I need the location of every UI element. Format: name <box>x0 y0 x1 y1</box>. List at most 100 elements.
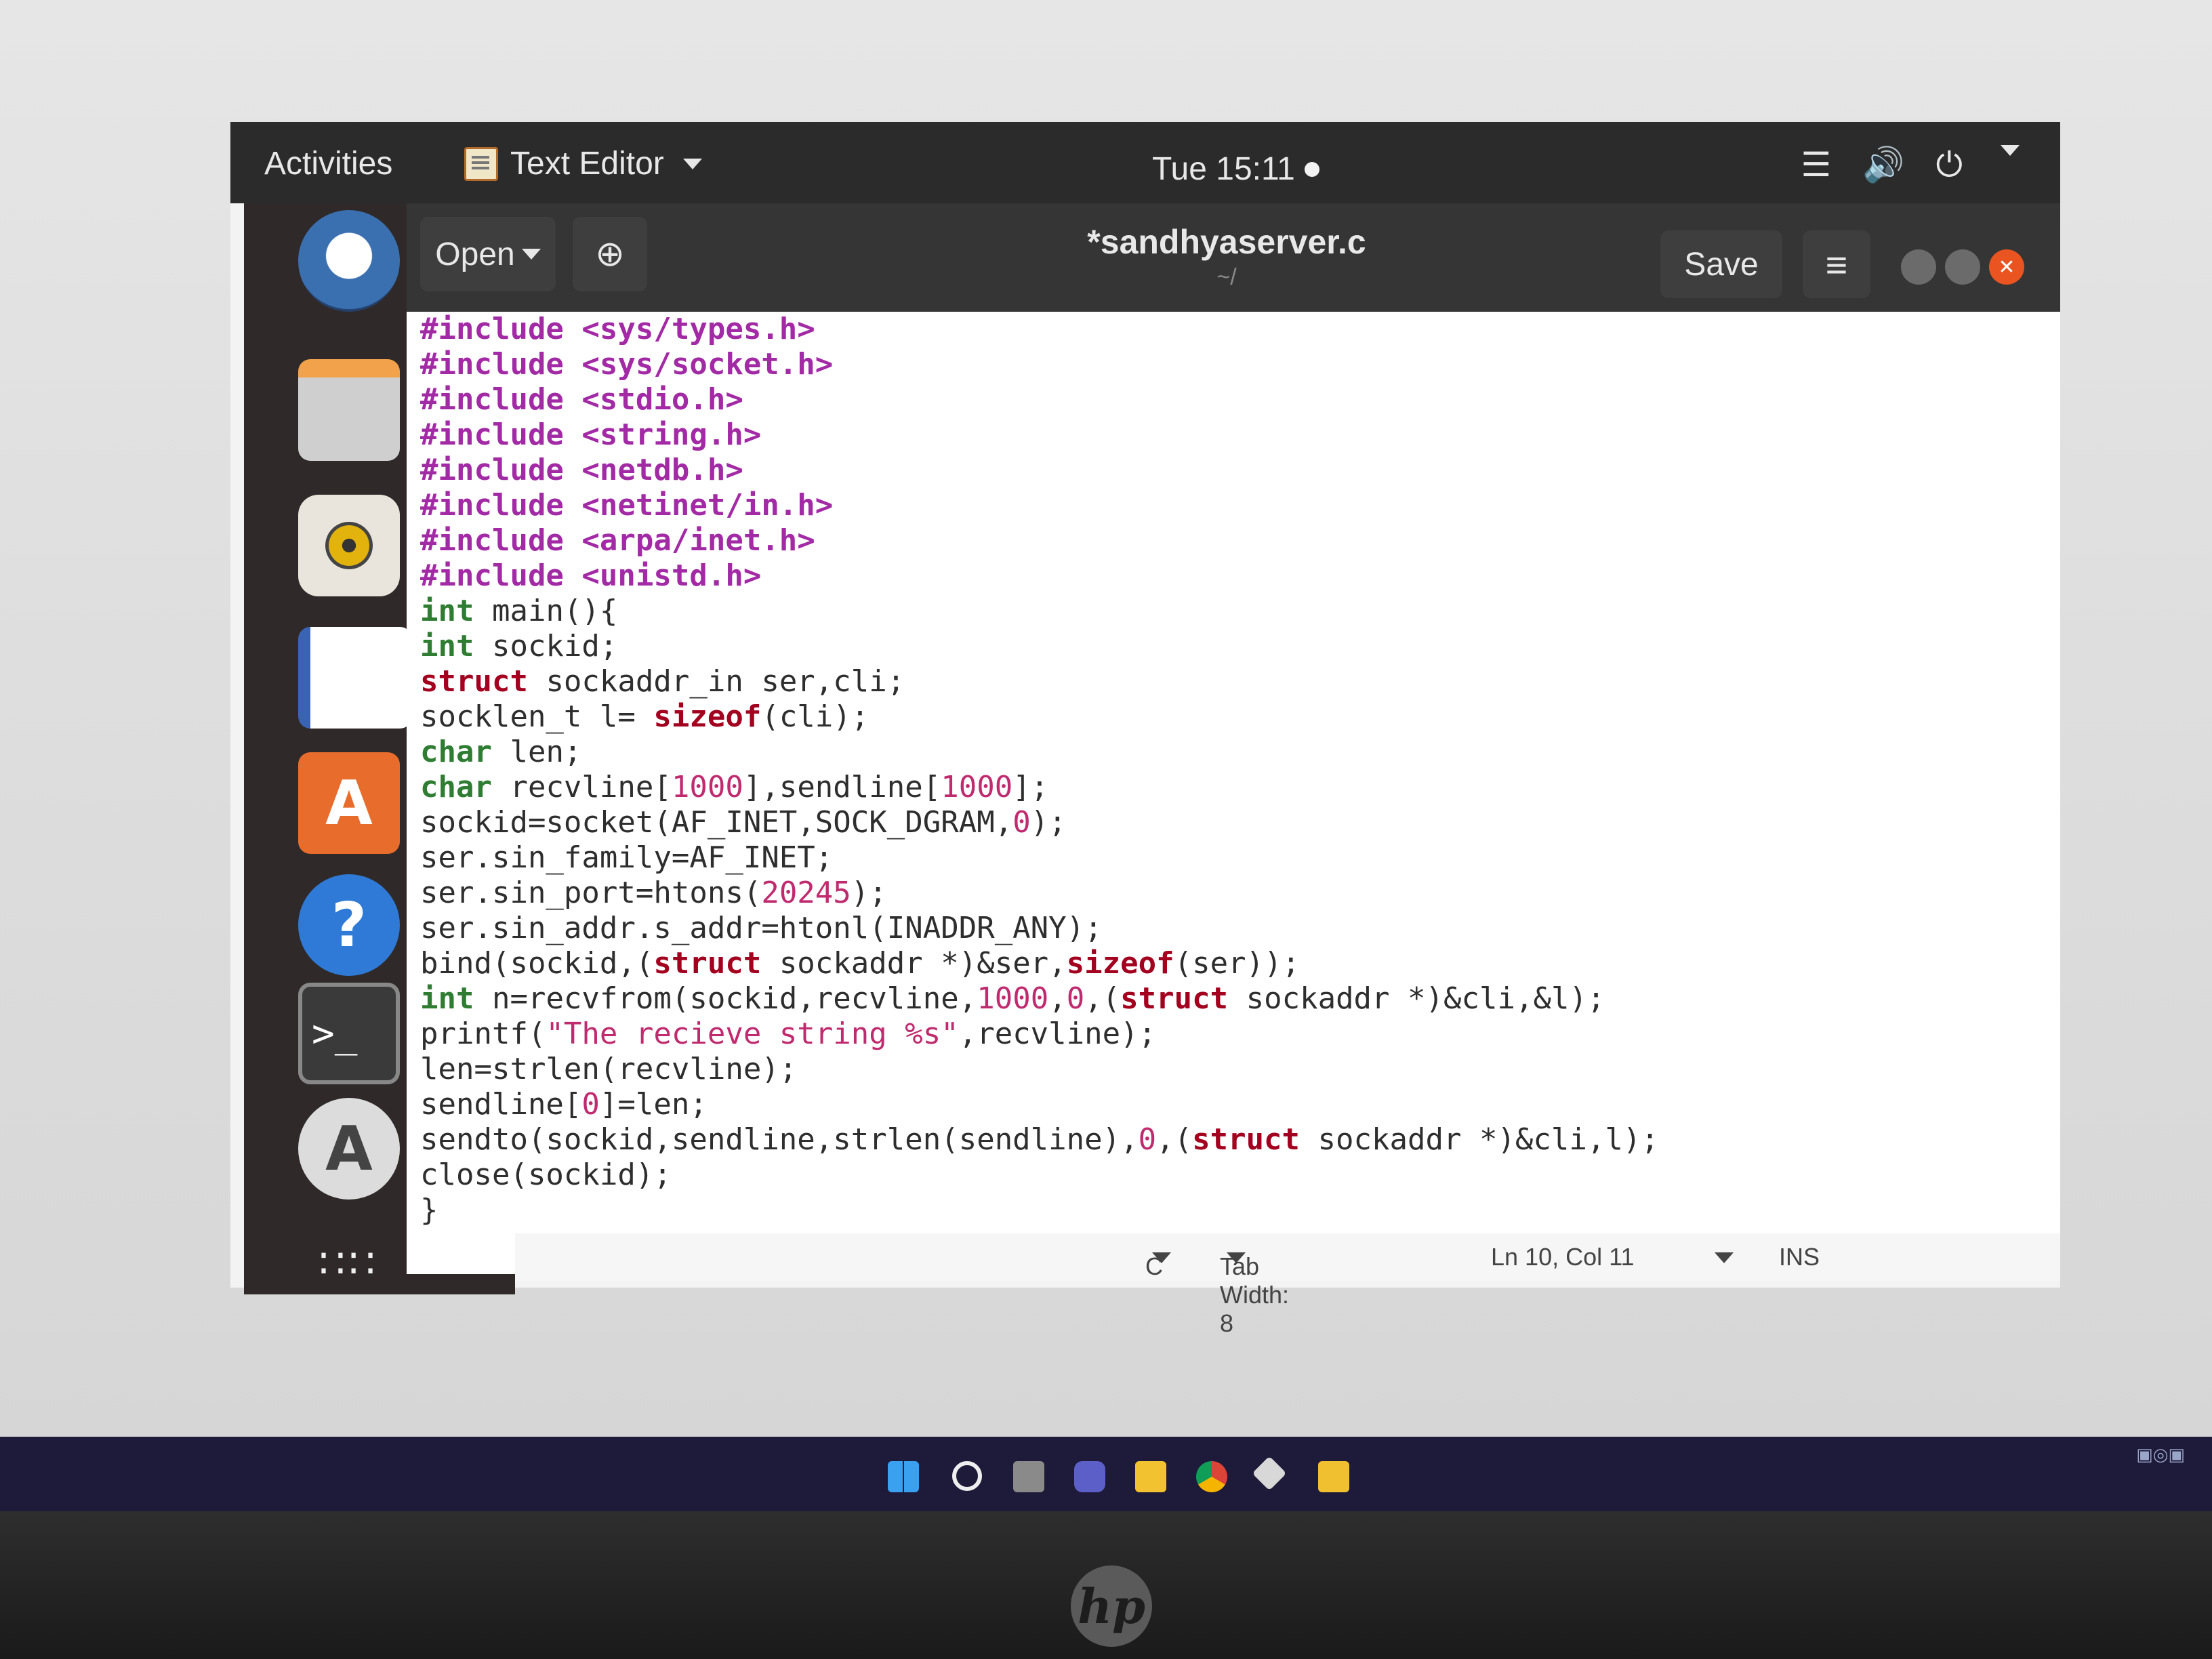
code-line[interactable]: printf("The recieve string %s",recvline)… <box>420 1017 1659 1052</box>
code-line[interactable]: struct sockaddr_in ser,cli; <box>420 664 1659 699</box>
app-menu[interactable]: Text Editor <box>464 145 702 182</box>
software-center-icon[interactable]: A <box>298 752 400 854</box>
rhythmbox-icon[interactable] <box>298 495 400 596</box>
chrome-icon[interactable] <box>1196 1461 1227 1492</box>
code-line[interactable]: ser.sin_addr.s_addr=htonl(INADDR_ANY); <box>420 911 1659 946</box>
code-line[interactable]: int n=recvfrom(sockid,recvline,1000,0,(s… <box>420 981 1659 1017</box>
code-line[interactable]: ser.sin_family=AF_INET; <box>420 840 1659 876</box>
virtualbox-icon[interactable] <box>1252 1456 1287 1491</box>
paint-icon[interactable] <box>1318 1461 1349 1492</box>
code-line[interactable]: #include <string.h> <box>420 417 1659 453</box>
code-token: 20245 <box>761 876 851 910</box>
code-line[interactable]: #include <arpa/inet.h> <box>420 523 1659 558</box>
minimize-button[interactable] <box>1901 249 1936 285</box>
code-token: 1000 <box>941 770 1013 804</box>
code-token: char <box>420 735 492 769</box>
code-line[interactable]: sendline[0]=len; <box>420 1087 1659 1122</box>
code-line[interactable]: socklen_t l= sizeof(cli); <box>420 699 1659 735</box>
chevron-down-icon <box>521 249 541 260</box>
close-button[interactable]: ✕ <box>1989 249 2024 285</box>
code-line[interactable]: int sockid; <box>420 629 1659 664</box>
notification-dot-icon <box>1304 161 1319 177</box>
code-token: 0 <box>1066 981 1085 1016</box>
code-line[interactable]: ser.sin_port=htons(20245); <box>420 876 1659 911</box>
code-line[interactable]: len=strlen(recvline); <box>420 1052 1659 1087</box>
code-line[interactable]: char len; <box>420 735 1659 770</box>
system-status-area[interactable]: ☰ 🔊 ⏻ <box>1801 145 2020 185</box>
clock[interactable]: Tue 15:11 <box>1152 150 1319 188</box>
status-bar: C Tab Width: 8 Ln 10, Col 11 INS <box>515 1233 2060 1337</box>
code-token: 0 <box>1012 805 1031 840</box>
code-token: struct <box>653 946 762 981</box>
cursor-position[interactable]: Ln 10, Col 11 <box>1491 1243 1634 1271</box>
code-token: #include <string.h> <box>420 417 762 452</box>
code-token: "The recieve string %s" <box>546 1017 959 1051</box>
code-token: #include <sys/socket.h> <box>420 347 834 382</box>
code-token: sockaddr_in ser,cli; <box>527 664 905 699</box>
help-icon[interactable]: ? <box>298 874 400 976</box>
open-button[interactable]: Open <box>420 217 556 291</box>
code-line[interactable]: sockid=socket(AF_INET,SOCK_DGRAM,0); <box>420 805 1659 840</box>
code-token: #include <sys/types.h> <box>420 312 815 346</box>
activities-button[interactable]: Activities <box>264 145 392 182</box>
terminal-icon[interactable]: >_ <box>298 983 400 1084</box>
code-token: ); <box>851 876 887 910</box>
system-tray[interactable]: ▣◎▣ <box>2136 1445 2185 1465</box>
code-token: struct <box>1120 981 1229 1016</box>
code-line[interactable]: #include <netdb.h> <box>420 453 1659 488</box>
chevron-down-icon <box>2001 145 2020 156</box>
code-token: char <box>420 770 492 804</box>
chat-icon[interactable] <box>1074 1461 1105 1492</box>
code-token: socklen_t l= <box>420 699 654 734</box>
code-token: 0 <box>1138 1122 1157 1157</box>
code-line[interactable]: #include <unistd.h> <box>420 558 1659 594</box>
code-token: bind(sockid,( <box>420 946 654 981</box>
code-line[interactable]: } <box>420 1193 1659 1228</box>
show-apps-icon[interactable]: ∷∷ <box>298 1213 400 1315</box>
host-taskbar: ▣◎▣ <box>0 1437 2212 1511</box>
document-title: *sandhyaserver.c <box>1087 223 1366 261</box>
save-button[interactable]: Save <box>1660 230 1782 298</box>
chevron-down-icon <box>1227 1252 1246 1263</box>
power-icon: ⏻ <box>1936 146 1963 184</box>
new-document-icon: ⊕ <box>595 234 625 274</box>
code-token: sockaddr *)&cli,l); <box>1300 1122 1659 1157</box>
code-token: 0 <box>581 1087 600 1122</box>
software-updater-icon[interactable]: A <box>298 1098 400 1200</box>
code-line[interactable]: bind(sockid,(struct sockaddr *)&ser,size… <box>420 946 1659 981</box>
hamburger-menu-button[interactable]: ≡ <box>1803 230 1870 298</box>
code-line[interactable]: #include <netinet/in.h> <box>420 488 1659 523</box>
code-token: sockid=socket(AF_INET,SOCK_DGRAM, <box>420 805 1013 840</box>
code-line[interactable]: int main(){ <box>420 594 1659 629</box>
code-token: struct <box>1192 1122 1300 1157</box>
code-text[interactable]: #include <sys/types.h> #include <sys/sock… <box>420 312 1659 1228</box>
windows-start-icon[interactable] <box>888 1461 919 1492</box>
search-icon[interactable] <box>952 1461 982 1491</box>
maximize-button[interactable] <box>1945 249 1980 285</box>
code-editor[interactable]: #include <sys/types.h> #include <sys/sock… <box>407 312 2060 1274</box>
code-token: len; <box>491 735 582 769</box>
thunderbird-icon[interactable] <box>298 210 400 312</box>
code-token: , <box>1048 981 1067 1016</box>
close-icon: ✕ <box>1998 255 2015 279</box>
code-token: #include <netdb.h> <box>420 453 743 487</box>
code-token: #include <netinet/in.h> <box>420 488 834 523</box>
code-token: printf( <box>420 1017 546 1051</box>
writer-icon[interactable] <box>298 627 412 729</box>
files-icon[interactable] <box>298 359 400 461</box>
code-token: ); <box>1030 805 1067 840</box>
code-line[interactable]: #include <stdio.h> <box>420 382 1659 417</box>
code-line[interactable]: #include <sys/socket.h> <box>420 347 1659 382</box>
code-line[interactable]: sendto(sockid,sendline,strlen(sendline),… <box>420 1122 1659 1158</box>
code-token: (cli); <box>761 699 869 734</box>
code-line[interactable]: char recvline[1000],sendline[1000]; <box>420 770 1659 805</box>
file-explorer-icon[interactable] <box>1135 1461 1166 1492</box>
save-button-label: Save <box>1684 246 1759 283</box>
editor-headerbar: Open ⊕ *sandhyaserver.c ~/ Save ≡ ✕ <box>407 203 2060 312</box>
code-line[interactable]: #include <sys/types.h> <box>420 312 1659 347</box>
insert-mode-indicator: INS <box>1779 1243 1820 1271</box>
new-document-button[interactable]: ⊕ <box>573 217 647 291</box>
open-button-label: Open <box>435 236 515 272</box>
task-view-icon[interactable] <box>1013 1461 1044 1492</box>
code-line[interactable]: close(sockid); <box>420 1158 1659 1193</box>
